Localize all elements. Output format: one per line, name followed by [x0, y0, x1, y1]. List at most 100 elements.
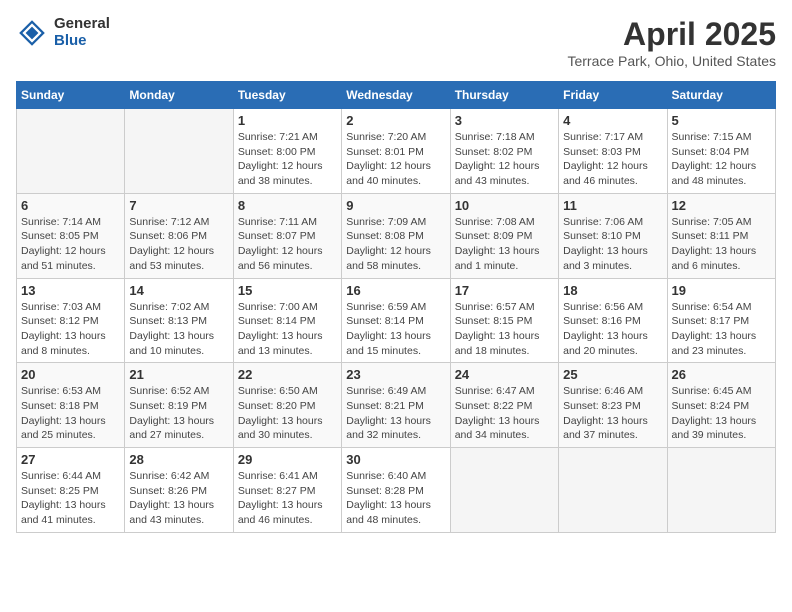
day-info: Sunrise: 6:46 AM Sunset: 8:23 PM Dayligh…: [563, 384, 662, 443]
calendar-cell: 14 Sunrise: 7:02 AM Sunset: 8:13 PM Dayli…: [125, 278, 233, 363]
day-number: 4: [563, 113, 662, 128]
day-number: 8: [238, 198, 337, 213]
calendar-cell: 17 Sunrise: 6:57 AM Sunset: 8:15 PM Dayli…: [450, 278, 558, 363]
day-info: Sunrise: 6:53 AM Sunset: 8:18 PM Dayligh…: [21, 384, 120, 443]
weekday-header: Monday: [125, 82, 233, 109]
calendar-cell: 11 Sunrise: 7:06 AM Sunset: 8:10 PM Dayli…: [559, 193, 667, 278]
calendar-cell: [667, 448, 775, 533]
day-number: 17: [455, 283, 554, 298]
calendar-week-row: 20 Sunrise: 6:53 AM Sunset: 8:18 PM Dayli…: [17, 363, 776, 448]
day-info: Sunrise: 6:54 AM Sunset: 8:17 PM Dayligh…: [672, 300, 771, 359]
calendar-week-row: 13Sunrise: 7:03 AM Sunset: 8:12 PM Dayli…: [17, 278, 776, 363]
day-info: Sunrise: 6:42 AM Sunset: 8:26 PM Dayligh…: [129, 469, 228, 528]
calendar-cell: 15 Sunrise: 7:00 AM Sunset: 8:14 PM Dayli…: [233, 278, 341, 363]
day-number: 27: [21, 452, 120, 467]
weekday-header: Thursday: [450, 82, 558, 109]
calendar-cell: 7 Sunrise: 7:12 AM Sunset: 8:06 PM Daylig…: [125, 193, 233, 278]
day-number: 1: [238, 113, 337, 128]
calendar-cell: 22Sunrise: 6:50 AM Sunset: 8:20 PM Dayli…: [233, 363, 341, 448]
day-number: 28: [129, 452, 228, 467]
calendar-cell: 3 Sunrise: 7:18 AM Sunset: 8:02 PM Daylig…: [450, 109, 558, 194]
day-number: 13: [21, 283, 120, 298]
day-number: 9: [346, 198, 445, 213]
day-number: 25: [563, 367, 662, 382]
logo-icon: [16, 17, 48, 49]
day-number: 18: [563, 283, 662, 298]
weekday-header: Saturday: [667, 82, 775, 109]
page-header: General Blue April 2025 Terrace Park, Oh…: [16, 16, 776, 69]
day-info: Sunrise: 7:20 AM Sunset: 8:01 PM Dayligh…: [346, 130, 445, 189]
calendar-cell: [450, 448, 558, 533]
day-number: 16: [346, 283, 445, 298]
calendar-title: April 2025: [567, 16, 776, 53]
calendar-cell: 28 Sunrise: 6:42 AM Sunset: 8:26 PM Dayli…: [125, 448, 233, 533]
day-number: 22: [238, 367, 337, 382]
day-number: 15: [238, 283, 337, 298]
calendar-table: SundayMondayTuesdayWednesdayThursdayFrid…: [16, 81, 776, 533]
day-info: Sunrise: 7:21 AM Sunset: 8:00 PM Dayligh…: [238, 130, 337, 189]
day-number: 12: [672, 198, 771, 213]
day-number: 29: [238, 452, 337, 467]
calendar-cell: 2 Sunrise: 7:20 AM Sunset: 8:01 PM Daylig…: [342, 109, 450, 194]
day-info: Sunrise: 6:40 AM Sunset: 8:28 PM Dayligh…: [346, 469, 445, 528]
logo-blue-label: Blue: [54, 33, 110, 50]
calendar-cell: 29 Sunrise: 6:41 AM Sunset: 8:27 PM Dayli…: [233, 448, 341, 533]
logo-general-label: General: [54, 16, 110, 33]
calendar-week-row: 27 Sunrise: 6:44 AM Sunset: 8:25 PM Dayli…: [17, 448, 776, 533]
calendar-cell: 8Sunrise: 7:11 AM Sunset: 8:07 PM Daylig…: [233, 193, 341, 278]
day-number: 14: [129, 283, 228, 298]
calendar-cell: [17, 109, 125, 194]
calendar-cell: 1 Sunrise: 7:21 AM Sunset: 8:00 PM Daylig…: [233, 109, 341, 194]
logo: General Blue: [16, 16, 110, 49]
day-info: Sunrise: 7:17 AM Sunset: 8:03 PM Dayligh…: [563, 130, 662, 189]
day-number: 7: [129, 198, 228, 213]
day-info: Sunrise: 6:59 AM Sunset: 8:14 PM Dayligh…: [346, 300, 445, 359]
day-info: Sunrise: 6:44 AM Sunset: 8:25 PM Dayligh…: [21, 469, 120, 528]
calendar-cell: 21 Sunrise: 6:52 AM Sunset: 8:19 PM Dayli…: [125, 363, 233, 448]
calendar-cell: [559, 448, 667, 533]
day-info: Sunrise: 6:52 AM Sunset: 8:19 PM Dayligh…: [129, 384, 228, 443]
title-block: April 2025 Terrace Park, Ohio, United St…: [567, 16, 776, 69]
day-info: Sunrise: 7:14 AM Sunset: 8:05 PM Dayligh…: [21, 215, 120, 274]
calendar-cell: 18Sunrise: 6:56 AM Sunset: 8:16 PM Dayli…: [559, 278, 667, 363]
day-info: Sunrise: 7:15 AM Sunset: 8:04 PM Dayligh…: [672, 130, 771, 189]
day-info: Sunrise: 6:45 AM Sunset: 8:24 PM Dayligh…: [672, 384, 771, 443]
calendar-body: 1 Sunrise: 7:21 AM Sunset: 8:00 PM Daylig…: [17, 109, 776, 533]
day-number: 26: [672, 367, 771, 382]
weekday-header: Friday: [559, 82, 667, 109]
day-number: 20: [21, 367, 120, 382]
calendar-cell: [125, 109, 233, 194]
calendar-cell: 27 Sunrise: 6:44 AM Sunset: 8:25 PM Dayli…: [17, 448, 125, 533]
calendar-header: SundayMondayTuesdayWednesdayThursdayFrid…: [17, 82, 776, 109]
weekday-header: Tuesday: [233, 82, 341, 109]
day-number: 30: [346, 452, 445, 467]
calendar-cell: 4 Sunrise: 7:17 AM Sunset: 8:03 PM Daylig…: [559, 109, 667, 194]
calendar-week-row: 6Sunrise: 7:14 AM Sunset: 8:05 PM Daylig…: [17, 193, 776, 278]
calendar-cell: 6Sunrise: 7:14 AM Sunset: 8:05 PM Daylig…: [17, 193, 125, 278]
day-info: Sunrise: 6:41 AM Sunset: 8:27 PM Dayligh…: [238, 469, 337, 528]
calendar-cell: 19Sunrise: 6:54 AM Sunset: 8:17 PM Dayli…: [667, 278, 775, 363]
day-info: Sunrise: 7:12 AM Sunset: 8:06 PM Dayligh…: [129, 215, 228, 274]
day-info: Sunrise: 7:18 AM Sunset: 8:02 PM Dayligh…: [455, 130, 554, 189]
day-info: Sunrise: 7:09 AM Sunset: 8:08 PM Dayligh…: [346, 215, 445, 274]
day-number: 3: [455, 113, 554, 128]
weekday-row: SundayMondayTuesdayWednesdayThursdayFrid…: [17, 82, 776, 109]
calendar-cell: 30 Sunrise: 6:40 AM Sunset: 8:28 PM Dayli…: [342, 448, 450, 533]
calendar-cell: 12Sunrise: 7:05 AM Sunset: 8:11 PM Dayli…: [667, 193, 775, 278]
calendar-cell: 24Sunrise: 6:47 AM Sunset: 8:22 PM Dayli…: [450, 363, 558, 448]
day-info: Sunrise: 6:57 AM Sunset: 8:15 PM Dayligh…: [455, 300, 554, 359]
day-number: 24: [455, 367, 554, 382]
day-number: 10: [455, 198, 554, 213]
calendar-subtitle: Terrace Park, Ohio, United States: [567, 53, 776, 69]
day-number: 5: [672, 113, 771, 128]
day-number: 2: [346, 113, 445, 128]
day-number: 21: [129, 367, 228, 382]
calendar-cell: 5 Sunrise: 7:15 AM Sunset: 8:04 PM Daylig…: [667, 109, 775, 194]
day-info: Sunrise: 6:49 AM Sunset: 8:21 PM Dayligh…: [346, 384, 445, 443]
day-info: Sunrise: 7:06 AM Sunset: 8:10 PM Dayligh…: [563, 215, 662, 274]
weekday-header: Wednesday: [342, 82, 450, 109]
day-info: Sunrise: 7:02 AM Sunset: 8:13 PM Dayligh…: [129, 300, 228, 359]
day-number: 11: [563, 198, 662, 213]
day-info: Sunrise: 7:00 AM Sunset: 8:14 PM Dayligh…: [238, 300, 337, 359]
calendar-cell: 26 Sunrise: 6:45 AM Sunset: 8:24 PM Dayli…: [667, 363, 775, 448]
